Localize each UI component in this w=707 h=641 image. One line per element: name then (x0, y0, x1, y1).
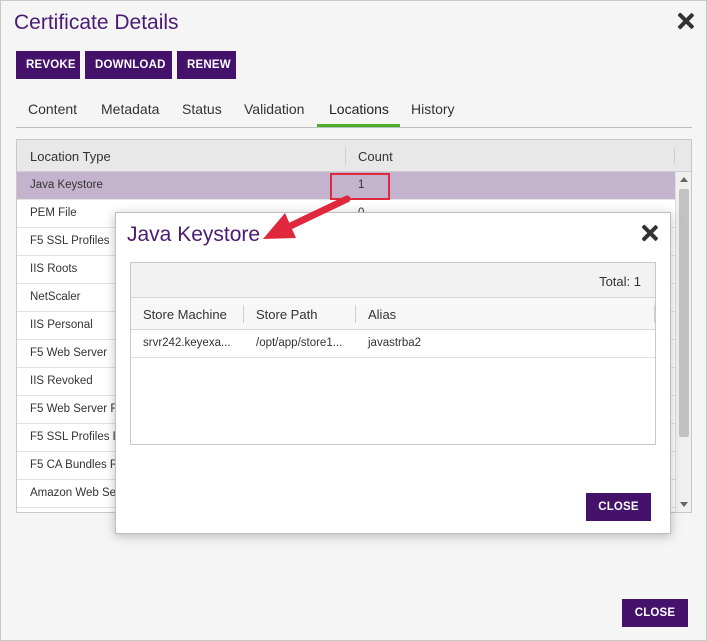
tab-bar: Content Metadata Status Validation Locat… (16, 91, 692, 128)
location-type-cell: F5 Web Server (30, 347, 108, 359)
table-row[interactable]: srvr242.keyexa... /opt/app/store1... jav… (131, 330, 655, 358)
location-type-cell: F5 SSL Profiles R (30, 431, 121, 443)
renew-button[interactable]: RENEW (177, 51, 236, 79)
column-header-alias[interactable]: Alias (368, 307, 396, 322)
store-path-cell: /opt/app/store1... (256, 337, 343, 349)
location-type-cell: IIS Roots (30, 263, 78, 275)
grid-toolbar: Total: 1 (131, 263, 655, 298)
column-header-store-machine[interactable]: Store Machine (143, 307, 227, 322)
tab-validation[interactable]: Validation (244, 101, 304, 117)
close-button[interactable]: CLOSE (622, 599, 688, 627)
location-type-cell: F5 CA Bundles R (30, 459, 119, 471)
location-type-cell: IIS Personal (30, 319, 93, 331)
column-header-count[interactable]: Count (358, 149, 393, 164)
revoke-button[interactable]: REVOKE (16, 51, 80, 79)
column-header-location-type[interactable]: Location Type (30, 149, 111, 164)
vertical-scrollbar[interactable] (675, 172, 691, 512)
column-separator[interactable] (674, 147, 675, 165)
location-type-cell: IIS Revoked (30, 375, 93, 387)
column-separator[interactable] (345, 147, 346, 165)
dialog-title: Certificate Details (14, 11, 179, 34)
column-separator[interactable] (355, 305, 356, 323)
column-header-store-path[interactable]: Store Path (256, 307, 317, 322)
location-type-cell: PEM File (30, 207, 77, 219)
total-count: Total: 1 (599, 274, 641, 289)
scroll-up-icon[interactable] (680, 177, 688, 182)
tab-locations[interactable]: Locations (329, 101, 389, 117)
tab-history[interactable]: History (411, 101, 455, 117)
tab-metadata[interactable]: Metadata (101, 101, 159, 117)
scroll-down-icon[interactable] (680, 502, 688, 507)
column-separator[interactable] (243, 305, 244, 323)
location-type-cell: Amazon Web Se (30, 487, 117, 499)
popup-close-button[interactable]: CLOSE (586, 493, 651, 521)
close-icon[interactable] (677, 12, 695, 30)
active-tab-indicator (317, 124, 400, 127)
tab-content[interactable]: Content (28, 101, 77, 117)
location-type-cell: F5 Web Server R (30, 403, 119, 415)
grid-header: Store Machine Store Path Alias (131, 298, 655, 330)
download-button[interactable]: DOWNLOAD (85, 51, 172, 79)
close-icon[interactable] (641, 224, 659, 242)
java-keystore-popup: Java Keystore Total: 1 Store Machine Sto… (115, 212, 671, 534)
grid-header: Location Type Count (17, 140, 691, 172)
location-type-cell: F5 SSL Profiles (30, 235, 110, 247)
annotation-highlight-box (330, 173, 390, 200)
tab-status[interactable]: Status (182, 101, 222, 117)
popup-title: Java Keystore (127, 223, 261, 246)
scrollbar-thumb[interactable] (679, 189, 689, 437)
store-machine-cell: srvr242.keyexa... (143, 337, 231, 349)
alias-cell: javastrba2 (368, 337, 422, 349)
location-type-cell: Java Keystore (30, 179, 103, 191)
column-separator[interactable] (654, 305, 655, 323)
location-type-cell: NetScaler (30, 291, 81, 303)
keystore-grid: Total: 1 Store Machine Store Path Alias … (130, 262, 656, 445)
